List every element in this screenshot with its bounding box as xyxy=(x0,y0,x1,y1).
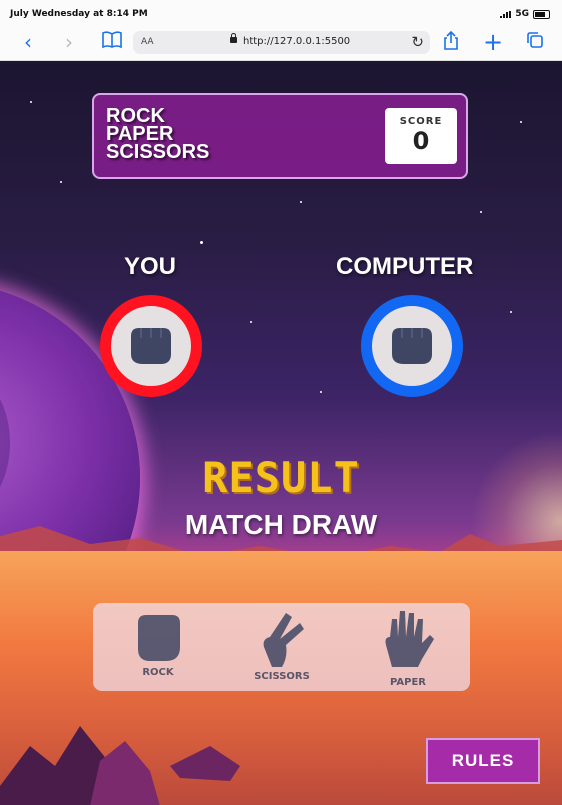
tabs-icon[interactable] xyxy=(524,31,546,53)
rock-choice-label: ROCK xyxy=(142,667,174,678)
title-line-scissors: SCISSORS xyxy=(106,141,210,163)
fist-icon xyxy=(131,328,171,364)
forward-icon[interactable]: › xyxy=(58,31,80,53)
score-value: 0 xyxy=(412,127,430,155)
lock-icon xyxy=(230,33,237,43)
scissors-choice-label: SCISSORS xyxy=(254,671,310,682)
fist-icon xyxy=(392,328,432,364)
you-label: YOU xyxy=(124,253,177,280)
game-header: ROCK PAPER SCISSORS SCORE 0 xyxy=(92,93,468,179)
rocks-decoration xyxy=(0,726,240,805)
url-text[interactable]: http://127.0.0.1:5500 xyxy=(243,36,350,47)
rock-choice-button[interactable]: ROCK xyxy=(113,607,203,689)
score-label: SCORE xyxy=(399,116,443,127)
new-tab-icon[interactable]: + xyxy=(482,30,504,54)
game-title: ROCK PAPER SCISSORS xyxy=(106,106,210,163)
network-status: 5G xyxy=(500,9,550,19)
status-time: July Wednesday at 8:14 PM xyxy=(10,9,148,19)
player-choice-circle xyxy=(100,295,202,397)
signal-icon xyxy=(500,10,512,18)
rules-button[interactable]: RULES xyxy=(426,738,540,784)
text-size-button[interactable]: AA xyxy=(141,37,154,47)
open-hand-icon xyxy=(385,611,434,667)
fist-icon xyxy=(138,615,180,661)
scissors-hand-icon xyxy=(263,613,304,667)
address-bar[interactable]: AA http://127.0.0.1:5500 ↻ xyxy=(133,31,430,54)
computer-label: COMPUTER xyxy=(336,253,474,280)
share-icon[interactable] xyxy=(440,30,462,53)
result-heading: RESULT xyxy=(202,453,360,502)
paper-choice-button[interactable]: PAPER xyxy=(363,607,453,689)
back-icon[interactable]: ‹ xyxy=(17,31,39,53)
bookmarks-icon[interactable] xyxy=(101,31,123,53)
choice-panel: ROCK SCISSORS PAPER xyxy=(93,603,470,691)
paper-choice-label: PAPER xyxy=(389,677,426,688)
browser-toolbar: ‹ › AA http://127.0.0.1:5500 ↻ + xyxy=(0,26,562,61)
score-box: SCORE 0 xyxy=(385,108,457,164)
battery-icon xyxy=(533,9,550,19)
status-bar: July Wednesday at 8:14 PM 5G xyxy=(0,0,562,26)
scissors-choice-button[interactable]: SCISSORS xyxy=(237,607,327,689)
computer-choice-circle xyxy=(361,295,463,397)
result-text: MATCH DRAW xyxy=(184,509,378,540)
game-scene: ROCK PAPER SCISSORS SCORE 0 YOU COMPUTER… xyxy=(0,61,562,805)
network-label: 5G xyxy=(515,9,529,19)
reload-icon[interactable]: ↻ xyxy=(411,33,424,51)
